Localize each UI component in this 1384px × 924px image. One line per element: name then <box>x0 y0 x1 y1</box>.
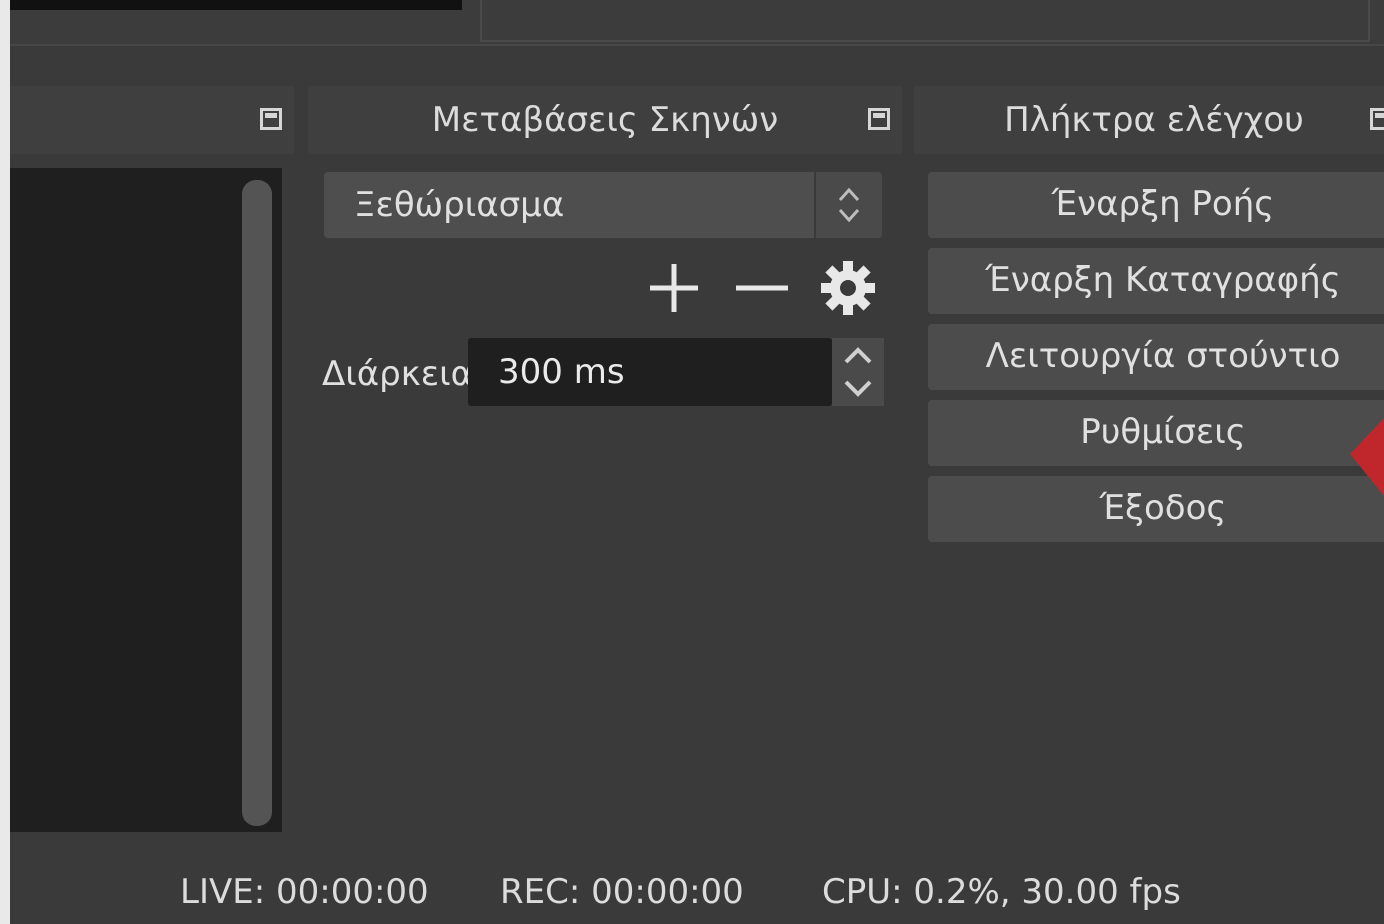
red-pointer-arrow-icon <box>1350 418 1384 496</box>
studio-mode-button[interactable]: Λειτουργία στούντιο <box>928 324 1384 390</box>
status-bar: LIVE: 00:00:00 REC: 00:00:00 CPU: 0.2%, … <box>10 846 1384 924</box>
transitions-dock-header: Μεταβάσεις Σκηνών <box>308 86 902 154</box>
preview-panel <box>480 0 1370 42</box>
add-transition-button[interactable] <box>644 258 704 318</box>
duration-value: 300 ms <box>498 352 625 392</box>
settings-gear-icon[interactable] <box>818 258 878 318</box>
preview-canvas <box>10 0 462 10</box>
duration-input[interactable]: 300 ms <box>468 338 832 406</box>
cpu-fps: CPU: 0.2%, 30.00 fps <box>822 872 1181 912</box>
start-streaming-button[interactable]: Έναρξη Ροής <box>928 172 1384 238</box>
transition-select[interactable]: Ξεθώριασμα <box>324 172 882 238</box>
exit-button[interactable]: Έξοδος <box>928 476 1384 542</box>
controls-dock-header: Πλήκτρα ελέγχου <box>914 86 1384 154</box>
float-dock-icon[interactable] <box>863 108 890 138</box>
float-dock-icon[interactable] <box>255 108 282 138</box>
transition-select-value: Ξεθώριασμα <box>354 185 565 225</box>
transitions-dock-title: Μεταβάσεις Σκηνών <box>431 100 779 140</box>
preview-area <box>10 0 1384 44</box>
duration-spinner[interactable] <box>832 338 884 406</box>
live-time: LIVE: 00:00:00 <box>180 872 429 912</box>
settings-button[interactable]: Ρυθμίσεις <box>928 400 1384 466</box>
rec-time: REC: 00:00:00 <box>500 872 744 912</box>
remove-transition-button[interactable] <box>732 258 792 318</box>
scenes-scrollbar[interactable] <box>242 180 272 826</box>
divider <box>10 44 1384 46</box>
duration-label: Διάρκεια <box>322 354 474 394</box>
spinner-arrows-icon <box>814 172 882 238</box>
scenes-dock-header <box>10 86 294 154</box>
controls-dock-title: Πλήκτρα ελέγχου <box>1004 100 1304 140</box>
obs-main-window: Μεταβάσεις Σκηνών Ξεθώριασμα Διάρκεια 30… <box>10 0 1384 924</box>
float-dock-icon[interactable] <box>1365 108 1384 138</box>
start-recording-button[interactable]: Έναρξη Καταγραφής <box>928 248 1384 314</box>
